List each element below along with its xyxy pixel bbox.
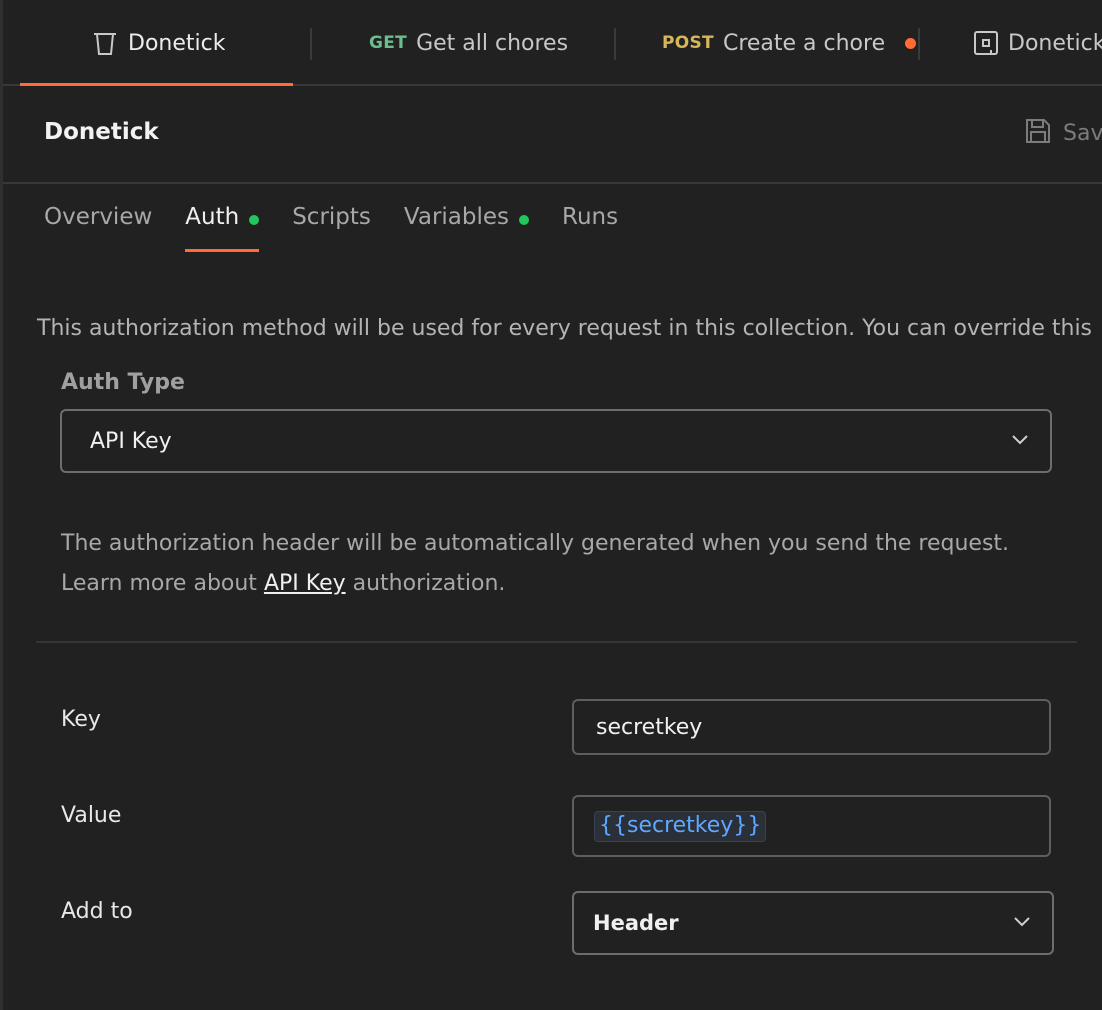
tab-create-a-chore[interactable]: POST Create a chore: [662, 0, 917, 86]
auth-help-text: The authorization header will be automat…: [61, 524, 1009, 604]
value-input[interactable]: {{secretkey}}: [572, 795, 1051, 857]
help-suffix: authorization.: [345, 571, 506, 596]
help-line: The authorization header will be automat…: [61, 531, 1010, 556]
chevron-down-icon: [1010, 429, 1030, 453]
tab-scripts[interactable]: Scripts: [292, 204, 371, 254]
auth-type-value: API Key: [90, 428, 172, 454]
variable-token: {{secretkey}}: [594, 810, 767, 842]
method-badge-get: GET: [369, 33, 408, 53]
subtab-label: Scripts: [292, 204, 371, 230]
auth-type-label: Auth Type: [61, 370, 185, 395]
key-label: Key: [61, 707, 101, 732]
tab-auth[interactable]: Auth: [185, 204, 260, 254]
add-to-label: Add to: [61, 899, 133, 924]
auth-intro-text: This authorization method will be used f…: [37, 316, 1093, 341]
environment-icon: [972, 28, 1000, 58]
tab-separator: [310, 28, 312, 60]
tab-get-all-chores[interactable]: GET Get all chores: [369, 0, 568, 86]
auth-type-select[interactable]: API Key: [60, 409, 1052, 473]
chevron-down-icon: [1012, 911, 1032, 935]
tab-collection-donetick[interactable]: Donetick: [90, 0, 225, 86]
subtab-label: Overview: [44, 204, 153, 230]
app-window: Donetick GET Get all chores POST Create …: [0, 0, 1102, 1010]
status-dot-icon: [249, 215, 260, 225]
section-divider: [36, 641, 1077, 643]
help-line: Learn more about API Key authorization.: [61, 564, 1009, 604]
subtab-label: Runs: [562, 204, 619, 230]
tab-bar: Donetick GET Get all chores POST Create …: [3, 0, 1102, 86]
subtab-label: Variables: [403, 204, 510, 230]
save-button[interactable]: Save: [1023, 116, 1102, 150]
help-prefix: Learn more about: [61, 571, 264, 596]
save-label: Save: [1063, 120, 1102, 146]
tab-variables[interactable]: Variables: [403, 204, 530, 254]
status-dot-icon: [519, 215, 530, 225]
tab-label: Create a chore: [722, 30, 886, 56]
unsaved-indicator-icon: [905, 37, 917, 49]
tab-separator: [918, 28, 920, 60]
key-input[interactable]: secretkey: [572, 699, 1051, 755]
tab-separator: [614, 28, 616, 60]
add-to-select[interactable]: Header: [572, 891, 1054, 955]
subtab-label: Auth: [185, 204, 240, 230]
add-to-value: Header: [593, 911, 679, 935]
value-label: Value: [61, 803, 122, 828]
method-badge-post: POST: [662, 33, 714, 53]
collection-title: Donetick: [44, 119, 159, 145]
active-tab-indicator: [20, 83, 293, 86]
tab-label: Get all chores: [416, 30, 569, 56]
tab-label: Donetick: [128, 30, 226, 56]
save-icon: [1023, 116, 1053, 150]
api-key-docs-link[interactable]: API Key: [264, 571, 346, 596]
tab-runs[interactable]: Runs: [562, 204, 618, 254]
collection-icon: [90, 28, 120, 58]
collection-header: Donetick Save: [3, 88, 1102, 184]
tab-label: Donetick: [1008, 30, 1102, 56]
tab-overview[interactable]: Overview: [44, 204, 152, 254]
collection-subtabs: Overview Auth Scripts Variables Runs: [44, 204, 651, 254]
tab-environment-donetick[interactable]: Donetick: [972, 0, 1102, 86]
